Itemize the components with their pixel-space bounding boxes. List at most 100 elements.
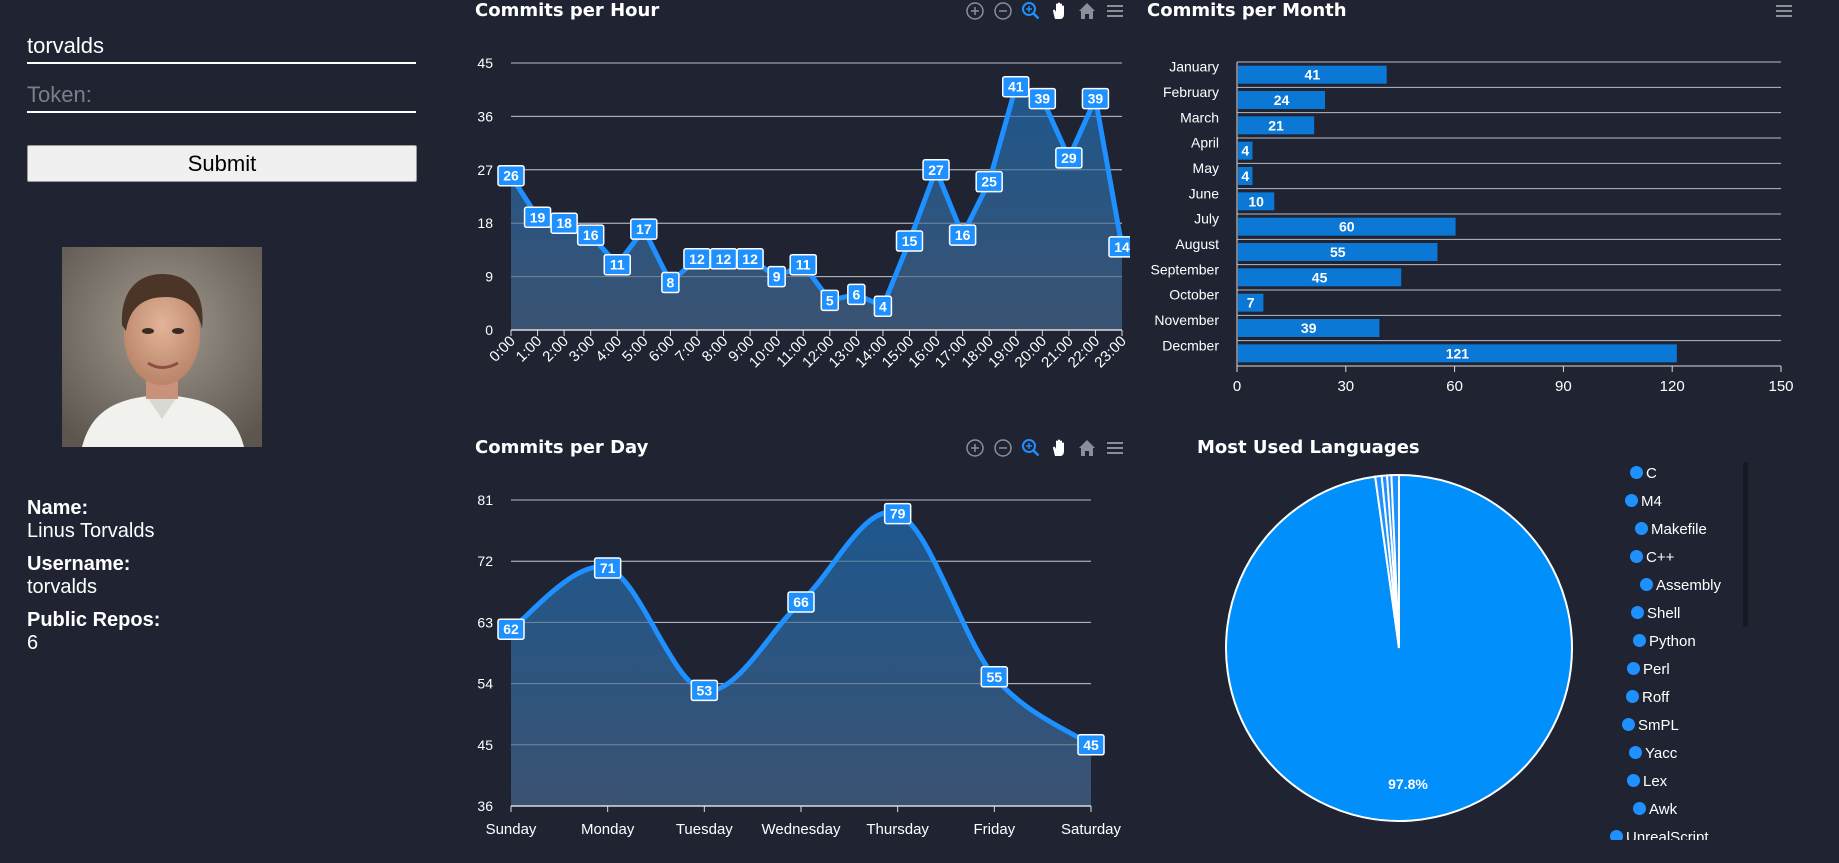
reset-home-icon[interactable] — [1075, 436, 1099, 460]
legend-item[interactable]: C++ — [1630, 549, 1740, 566]
legend-item[interactable]: Python — [1633, 633, 1740, 650]
legend-item[interactable]: Awk — [1633, 801, 1740, 818]
x-tick-label: Friday — [973, 821, 1015, 838]
name-label: Name: — [27, 497, 89, 519]
reset-home-icon[interactable] — [1075, 0, 1099, 23]
data-label: 71 — [593, 557, 622, 579]
y-tick-label: June — [1189, 185, 1220, 201]
commits-per-day-chart: 36 45 54 63 72 81 Sunday Monday Tuesday Wednesday… — [477, 492, 1122, 838]
data-label: 39 — [1028, 87, 1057, 110]
legend-marker — [1629, 746, 1642, 759]
legend-marker — [1633, 802, 1646, 815]
data-label: 12 — [709, 248, 738, 270]
legend-label: Perl — [1643, 661, 1670, 678]
y-tick-label: 36 — [477, 108, 493, 124]
pan-icon[interactable] — [1047, 0, 1071, 23]
data-label: 26 — [497, 164, 525, 187]
zoom-out-icon[interactable] — [991, 436, 1015, 460]
x-tick-label: 0 — [1233, 378, 1241, 395]
menu-icon[interactable] — [1103, 0, 1127, 23]
data-label-text: 26 — [503, 168, 519, 184]
data-label-text: 11 — [610, 257, 625, 273]
data-label-text: 18 — [556, 215, 572, 231]
zoom-in-icon[interactable] — [963, 0, 987, 23]
zoom-in-icon[interactable] — [963, 436, 987, 460]
username-input[interactable] — [27, 30, 416, 64]
data-label: 12 — [683, 248, 711, 270]
legend-marker — [1630, 550, 1643, 563]
zoom-selection-icon[interactable] — [1019, 0, 1043, 23]
legend-item[interactable]: M4 — [1625, 493, 1740, 510]
data-label-text: 45 — [1083, 737, 1099, 753]
zoom-out-icon[interactable] — [991, 0, 1015, 23]
bar-value-label: 10 — [1248, 193, 1264, 209]
pan-icon[interactable] — [1047, 436, 1071, 460]
bar-value-label: 21 — [1268, 117, 1284, 133]
submit-button[interactable]: Submit — [27, 145, 417, 182]
x-tick-label: 150 — [1768, 378, 1793, 395]
zoom-selection-icon[interactable] — [1019, 436, 1043, 460]
menu-icon[interactable] — [1103, 436, 1127, 460]
legend-label: Python — [1649, 633, 1696, 650]
day-chart-title: Commits per Day — [475, 437, 649, 458]
legend-item[interactable]: Assembly — [1640, 577, 1740, 594]
data-label: 9 — [767, 265, 786, 288]
legend-label: Shell — [1647, 605, 1681, 622]
data-label: 14 — [1108, 236, 1130, 258]
legend-item[interactable]: SmPL — [1622, 717, 1740, 734]
y-tick-label: 27 — [477, 162, 493, 178]
legend-item[interactable]: UnrealScript — [1610, 829, 1740, 840]
x-tick-label: 6:00 — [646, 333, 679, 366]
y-tick-label: July — [1194, 211, 1219, 227]
avatar — [62, 247, 262, 447]
hour-chart-title: Commits per Hour — [475, 0, 660, 21]
data-label-text: 11 — [796, 257, 811, 273]
y-tick-label: 54 — [477, 676, 493, 692]
token-input[interactable] — [27, 79, 416, 113]
x-tick-label: Saturday — [1061, 821, 1122, 838]
legend-label: Makefile — [1651, 521, 1707, 538]
data-label: 15 — [895, 230, 924, 252]
data-label-text: 66 — [793, 594, 809, 610]
languages-legend: C M4 Makefile C++ Assembly Shell Python Perl Rof… — [1610, 465, 1740, 840]
x-tick-label: 30 — [1337, 378, 1354, 395]
legend-scrollbar[interactable] — [1743, 462, 1748, 627]
month-menu-icon[interactable] — [1772, 0, 1796, 23]
user-panel: Submit Name: Linus To — [0, 0, 440, 863]
legend-item[interactable]: Lex — [1627, 773, 1740, 790]
legend-label: Yacc — [1645, 745, 1678, 762]
legend-item[interactable]: C — [1630, 465, 1740, 482]
data-label-text: 16 — [583, 227, 599, 243]
data-label: 66 — [787, 591, 815, 613]
languages-pie-chart: 97.8% — [1225, 473, 1573, 822]
bar-value-label: 7 — [1247, 295, 1255, 311]
data-label-text: 17 — [636, 221, 652, 237]
legend-label: UnrealScript — [1626, 829, 1709, 840]
legend-marker — [1627, 662, 1640, 675]
legend-item[interactable]: Perl — [1627, 661, 1740, 678]
data-label: 41 — [1001, 75, 1030, 98]
legend-marker — [1626, 690, 1639, 703]
legend-item[interactable]: Yacc — [1629, 745, 1740, 762]
bar-value-label: 45 — [1312, 269, 1328, 285]
data-label-text: 19 — [530, 209, 546, 225]
commits-per-hour-chart: 09182736450:001:002:003:004:005:006:007:… — [477, 55, 1130, 371]
legend-label: Awk — [1649, 801, 1678, 818]
legend-label: Roff — [1642, 689, 1670, 706]
y-tick-label: 9 — [485, 269, 493, 285]
data-label: 4 — [873, 295, 893, 318]
data-label: 45 — [1077, 734, 1105, 756]
data-label: 19 — [523, 206, 552, 229]
legend-label: C — [1646, 465, 1657, 482]
y-tick-label: 45 — [477, 737, 493, 753]
data-label: 53 — [690, 679, 719, 702]
data-label: 11 — [789, 253, 817, 276]
day-chart-toolbar — [963, 436, 1127, 460]
legend-item[interactable]: Shell — [1631, 605, 1740, 622]
legend-item[interactable]: Makefile — [1635, 521, 1740, 538]
x-tick-label: 90 — [1555, 378, 1572, 395]
legend-marker — [1630, 466, 1643, 479]
legend-item[interactable]: Roff — [1626, 689, 1740, 706]
x-tick-label: 1:00 — [513, 333, 546, 366]
data-label-text: 27 — [928, 162, 944, 178]
